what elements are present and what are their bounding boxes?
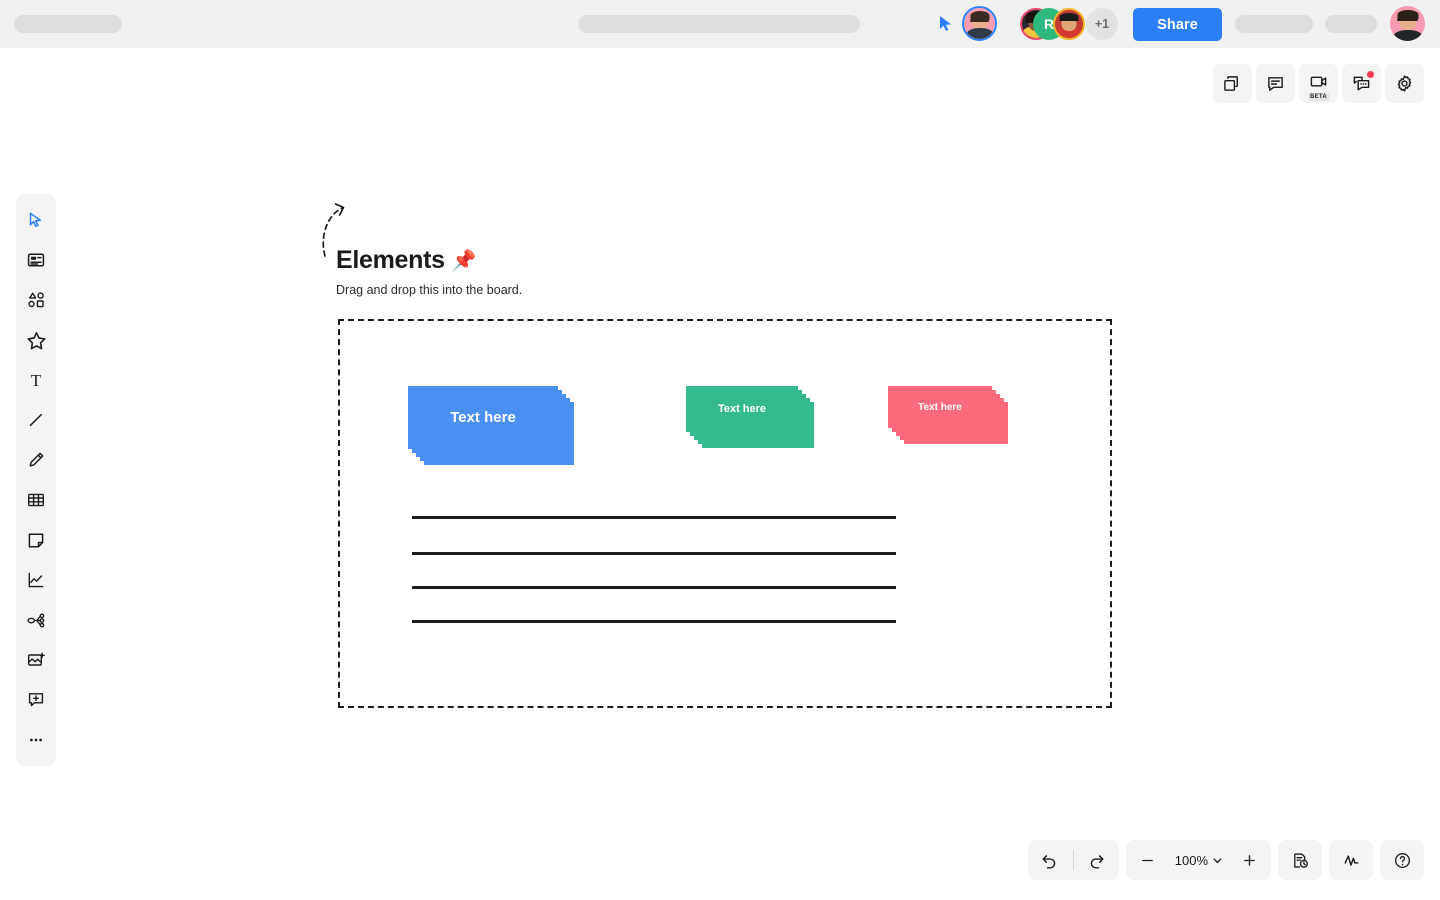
element-line[interactable] (412, 586, 896, 589)
frames-icon (1224, 76, 1238, 91)
sidebar-item-templates[interactable] (16, 240, 56, 280)
whiteboard-app: R +1 Share BETA T Elements 📌 Drag and dr… (0, 0, 1440, 900)
sidebar-item-chart[interactable] (16, 560, 56, 600)
gear-icon (1397, 75, 1412, 92)
top-bar: R +1 Share (0, 0, 1440, 48)
history-group (1027, 840, 1119, 880)
zoom-level-selector[interactable]: 100% (1167, 844, 1230, 876)
more-icon (30, 738, 42, 742)
video-icon (1310, 76, 1327, 87)
zoom-out-button[interactable] (1131, 844, 1165, 876)
toolbar-placeholder-1[interactable] (1235, 15, 1313, 33)
notification-badge (1367, 71, 1374, 78)
card-label: Text here (408, 386, 558, 449)
collaborator-overflow-count[interactable]: +1 (1086, 8, 1118, 40)
beta-badge: BETA (1307, 93, 1330, 101)
cursor-icon (29, 212, 42, 228)
pointer-icon (940, 16, 951, 31)
pulse-icon (1344, 854, 1358, 866)
sidebar-item-text[interactable]: T (16, 360, 56, 400)
element-line[interactable] (412, 620, 896, 623)
text-icon: T (31, 371, 42, 390)
activity-group (1329, 840, 1373, 880)
redo-icon (1090, 854, 1104, 869)
sidebar-item-sticky-note[interactable] (16, 520, 56, 560)
sidebar-item-stickers[interactable] (16, 320, 56, 360)
element-card[interactable]: Text here (888, 386, 1008, 444)
sidebar-item-add-comment[interactable] (16, 680, 56, 720)
board-name-placeholder[interactable] (14, 15, 122, 33)
activity-button[interactable] (1334, 844, 1368, 876)
sticky-note-icon (28, 533, 44, 548)
comment-add-icon (28, 693, 44, 707)
video-button[interactable]: BETA (1299, 64, 1338, 103)
board-history-button[interactable] (1283, 844, 1317, 876)
comment-icon (1268, 77, 1283, 91)
toolbar-placeholder-2[interactable] (1325, 15, 1377, 33)
frames-button[interactable] (1213, 64, 1252, 103)
shapes-icon (28, 292, 44, 308)
page-subtitle: Drag and drop this into the board. (336, 283, 523, 297)
sidebar-item-more[interactable] (16, 720, 56, 760)
star-icon (27, 331, 45, 349)
history-icon (1293, 852, 1308, 868)
mindmap-icon (26, 613, 44, 627)
page-title: Elements 📌 (336, 246, 477, 275)
list-item[interactable] (1053, 8, 1085, 40)
help-group (1380, 840, 1424, 880)
template-icon (27, 253, 45, 267)
avatar[interactable] (962, 6, 997, 41)
comment-button[interactable] (1256, 64, 1295, 103)
chevron-down-icon (1213, 857, 1222, 863)
line-icon (29, 413, 43, 427)
help-button[interactable] (1385, 844, 1419, 876)
element-line[interactable] (412, 516, 896, 519)
card-label: Text here (686, 386, 798, 432)
card-label: Text here (888, 386, 992, 428)
tool-sidebar: T (16, 194, 56, 766)
history-panel-group (1278, 840, 1322, 880)
bottom-toolbar: 100% (1027, 840, 1424, 880)
chat-button[interactable] (1342, 64, 1381, 103)
zoom-level-value: 100% (1174, 852, 1208, 868)
undo-button[interactable] (1033, 844, 1067, 876)
account-avatar[interactable] (1390, 6, 1425, 41)
sidebar-item-line[interactable] (16, 400, 56, 440)
sidebar-item-pen[interactable] (16, 440, 56, 480)
table-icon (28, 493, 45, 507)
undo-icon (1042, 854, 1056, 869)
sidebar-item-mindmap[interactable] (16, 600, 56, 640)
element-card[interactable]: Text here (408, 386, 574, 465)
sidebar-item-shapes[interactable] (16, 280, 56, 320)
element-line[interactable] (412, 552, 896, 555)
share-button[interactable]: Share (1133, 8, 1222, 41)
sidebar-item-table[interactable] (16, 480, 56, 520)
center-toolbar-placeholder[interactable] (578, 15, 860, 33)
top-right-toolbar: BETA (1213, 64, 1424, 103)
elements-frame[interactable] (338, 319, 1112, 708)
chart-icon (28, 572, 44, 588)
image-icon (28, 652, 45, 666)
divider (1072, 850, 1074, 870)
plus-icon (1243, 854, 1255, 866)
pen-icon (29, 452, 44, 467)
settings-button[interactable] (1385, 64, 1424, 103)
sidebar-item-select[interactable] (16, 200, 56, 240)
svg-text:T: T (31, 371, 42, 390)
minus-icon (1142, 859, 1154, 861)
zoom-in-button[interactable] (1232, 844, 1266, 876)
zoom-group: 100% (1125, 840, 1271, 880)
help-icon (1394, 852, 1410, 868)
element-card[interactable]: Text here (686, 386, 814, 448)
sidebar-item-image[interactable] (16, 640, 56, 680)
page-title-text: Elements (336, 246, 445, 274)
redo-button[interactable] (1080, 844, 1114, 876)
pushpin-icon: 📌 (451, 249, 477, 272)
